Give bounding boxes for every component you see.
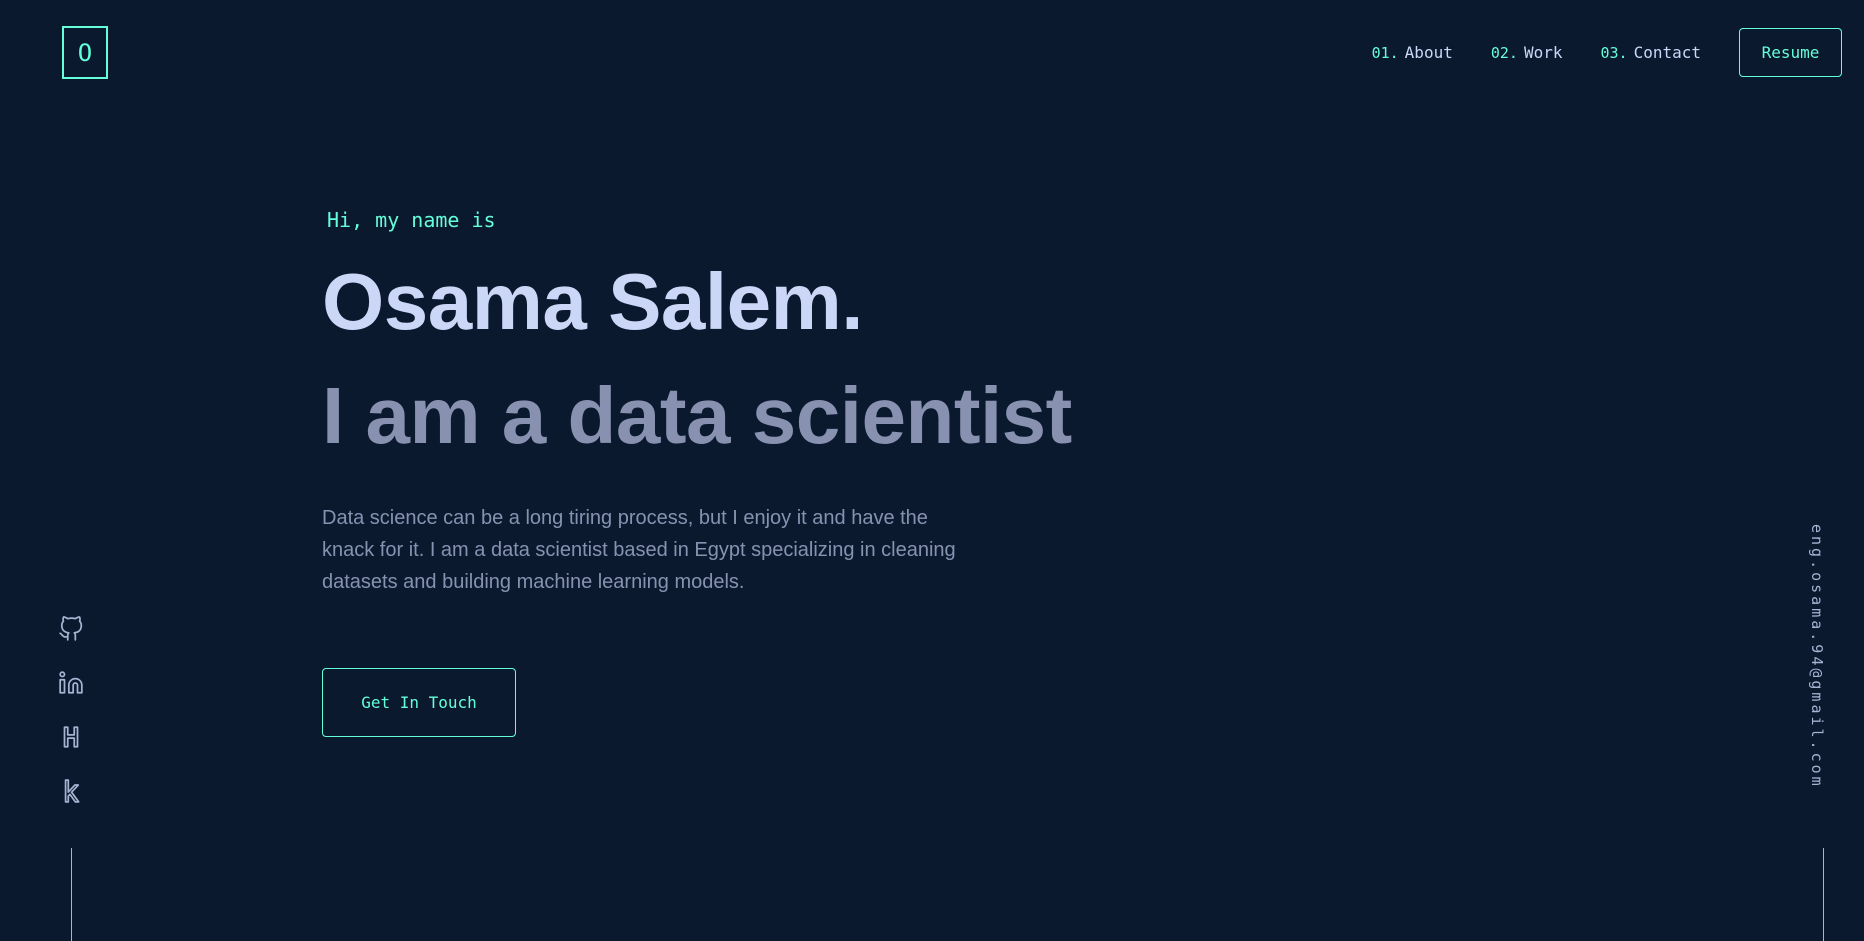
hero-bio: Data science can be a long tiring proces… bbox=[322, 507, 956, 593]
kaggle-icon bbox=[64, 779, 80, 803]
social-links bbox=[56, 614, 86, 830]
nav-link-contact[interactable]: 03. Contact bbox=[1600, 43, 1701, 62]
get-in-touch-button[interactable]: Get In Touch bbox=[322, 668, 516, 737]
right-rail-line bbox=[1823, 848, 1824, 941]
main-nav: 01. About 02. Work 03. Contact Resume bbox=[1372, 28, 1842, 77]
github-link[interactable] bbox=[56, 614, 86, 644]
hero-tagline: I am a data scientist bbox=[322, 371, 1072, 460]
github-icon bbox=[59, 616, 83, 641]
nav-number: 03. bbox=[1600, 43, 1628, 62]
hero-section: Hi, my name is Osama Salem. I am a data … bbox=[322, 208, 1222, 598]
left-rail-line bbox=[71, 848, 72, 941]
nav-label: Contact bbox=[1633, 43, 1701, 62]
hashnode-link[interactable] bbox=[56, 722, 86, 752]
logo-letter: O bbox=[77, 38, 93, 67]
nav-label: Work bbox=[1523, 43, 1563, 62]
hero-greeting: Hi, my name is bbox=[327, 208, 496, 232]
email-link[interactable]: eng.osama.94@gmail.com bbox=[1808, 524, 1826, 789]
linkedin-icon bbox=[59, 671, 83, 694]
nav-number: 02. bbox=[1490, 43, 1518, 62]
hashnode-icon bbox=[63, 726, 79, 748]
kaggle-link[interactable] bbox=[56, 776, 86, 806]
linkedin-link[interactable] bbox=[56, 668, 86, 698]
nav-link-work[interactable]: 02. Work bbox=[1491, 43, 1563, 62]
hero-name: Osama Salem. bbox=[322, 257, 864, 346]
nav-label: About bbox=[1404, 43, 1453, 62]
nav-link-about[interactable]: 01. About bbox=[1372, 43, 1453, 62]
logo-button[interactable]: O bbox=[62, 26, 108, 79]
resume-button[interactable]: Resume bbox=[1739, 28, 1842, 77]
nav-number: 01. bbox=[1371, 43, 1399, 62]
